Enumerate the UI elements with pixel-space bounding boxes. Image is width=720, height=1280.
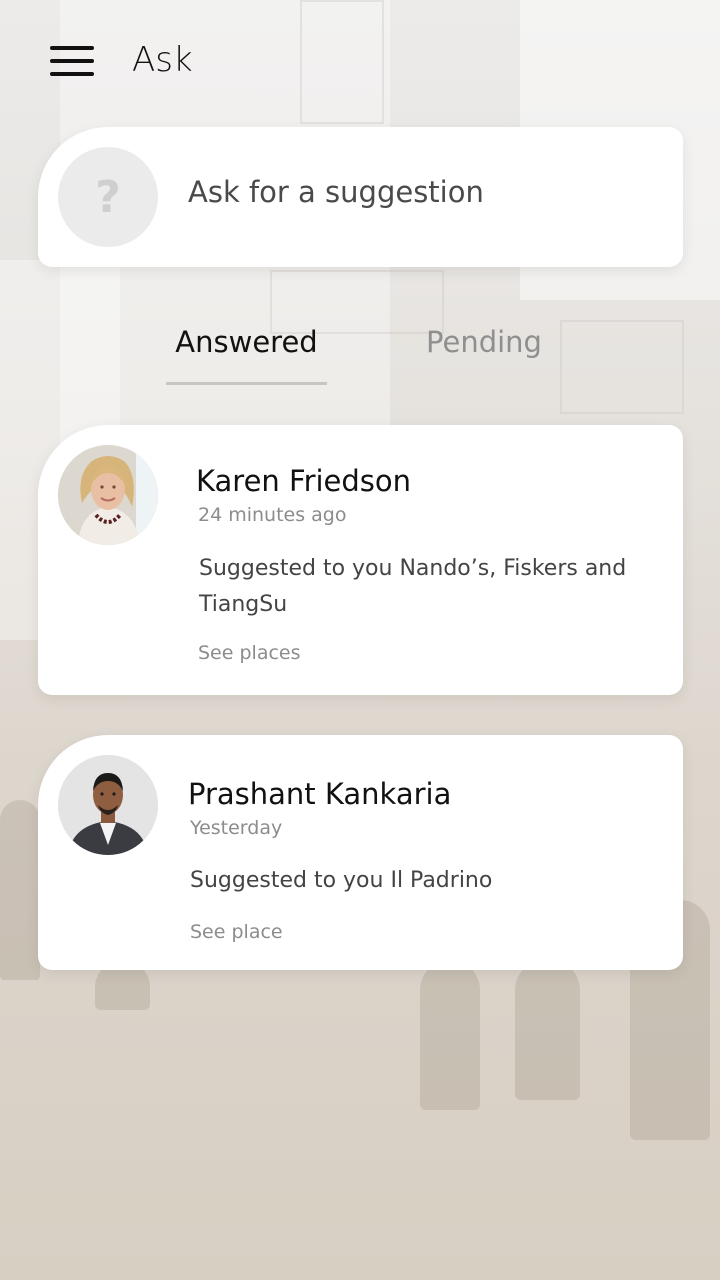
suggestion-tabs: Answered Pending (0, 315, 720, 395)
user-photo-icon (58, 445, 158, 545)
suggestion-message: Suggested to you Il Padrino (190, 868, 493, 893)
ask-prompt: Ask for a suggestion (188, 175, 484, 209)
suggestion-time: Yesterday (190, 817, 283, 839)
suggestion-message: Suggested to you Nando’s, Fiskers and Ti… (199, 556, 627, 617)
see-places-link[interactable]: See places (198, 642, 301, 664)
tab-answered[interactable]: Answered (166, 325, 327, 359)
user-photo-icon (58, 755, 158, 855)
suggestion-time: 24 minutes ago (198, 504, 347, 526)
see-place-link[interactable]: See place (190, 921, 283, 943)
suggestion-card[interactable]: Karen Friedson 24 minutes ago Suggested … (38, 425, 683, 695)
suggester-name: Prashant Kankaria (188, 777, 452, 811)
hamburger-menu-icon[interactable] (50, 44, 94, 78)
tab-pending[interactable]: Pending (404, 325, 564, 359)
suggester-name: Karen Friedson (196, 464, 412, 498)
suggestion-card[interactable]: Prashant Kankaria Yesterday Suggested to… (38, 735, 683, 970)
avatar (58, 755, 158, 855)
active-tab-indicator (166, 382, 327, 385)
top-bar: Ask (0, 0, 720, 120)
ask-suggestion-card[interactable]: ? Ask for a suggestion (38, 127, 683, 267)
avatar (58, 445, 158, 545)
question-mark-icon: ? (58, 147, 158, 247)
page-title: Ask (132, 40, 193, 80)
